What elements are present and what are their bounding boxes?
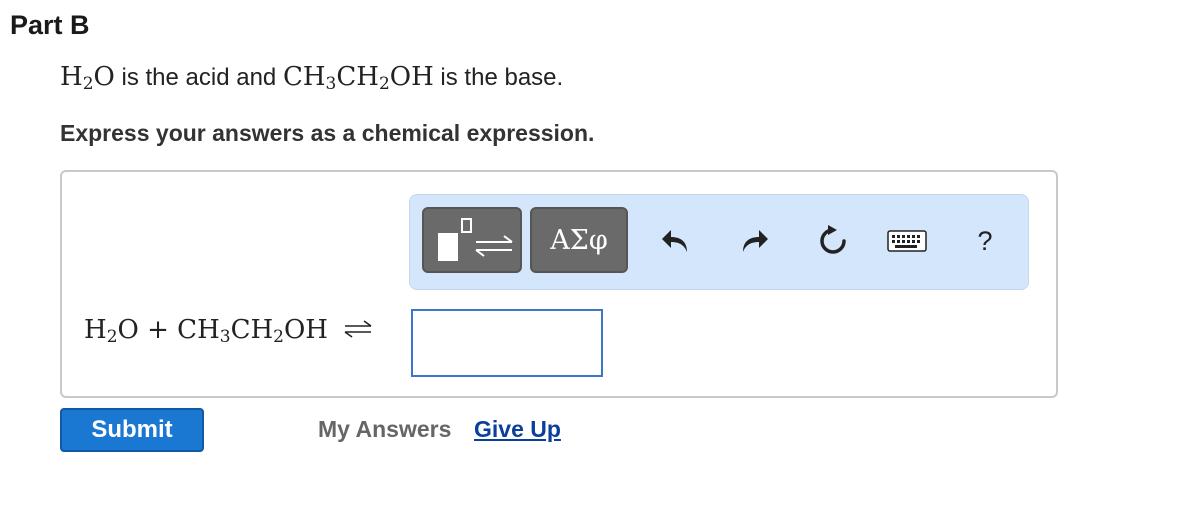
part-title: Part B xyxy=(10,10,90,40)
answer-input[interactable] xyxy=(411,309,603,377)
symbols-label: ΑΣφ xyxy=(550,224,608,256)
my-answers-link[interactable]: My Answers xyxy=(318,416,451,443)
keyboard-icon[interactable] xyxy=(884,221,930,261)
undo-icon[interactable] xyxy=(655,221,695,261)
plus-sign: + xyxy=(138,315,178,345)
acid-formula: H2O xyxy=(60,62,115,94)
reactant-ethanol: CH3CH2OH xyxy=(177,315,328,347)
equilibrium-arrow-icon xyxy=(344,316,372,346)
answer-panel: ΑΣφ ? H2O + CH3CH2OH xyxy=(60,170,1058,398)
reactant-water: H2O xyxy=(84,315,139,347)
templates-button[interactable] xyxy=(422,207,522,273)
math-toolbar: ΑΣφ ? xyxy=(409,194,1029,290)
reset-icon[interactable] xyxy=(813,221,853,261)
help-button[interactable]: ? xyxy=(965,221,1005,261)
reaction-equation: H2O + CH3CH2OH xyxy=(84,315,372,346)
question-statement: H2O is the acid and CH3CH2OH is the base… xyxy=(60,62,564,94)
give-up-link[interactable]: Give Up xyxy=(474,416,561,443)
page: Part B H2O is the acid and CH3CH2OH is t… xyxy=(0,0,1190,528)
base-formula: CH3CH2OH xyxy=(282,62,434,94)
submit-button[interactable]: Submit xyxy=(60,408,204,452)
statement-end-text: is the base. xyxy=(433,64,564,91)
symbols-button[interactable]: ΑΣφ xyxy=(530,207,628,273)
redo-icon[interactable] xyxy=(735,221,775,261)
instruction-text: Express your answers as a chemical expre… xyxy=(60,120,595,146)
statement-middle-text: is the acid and xyxy=(114,64,283,91)
